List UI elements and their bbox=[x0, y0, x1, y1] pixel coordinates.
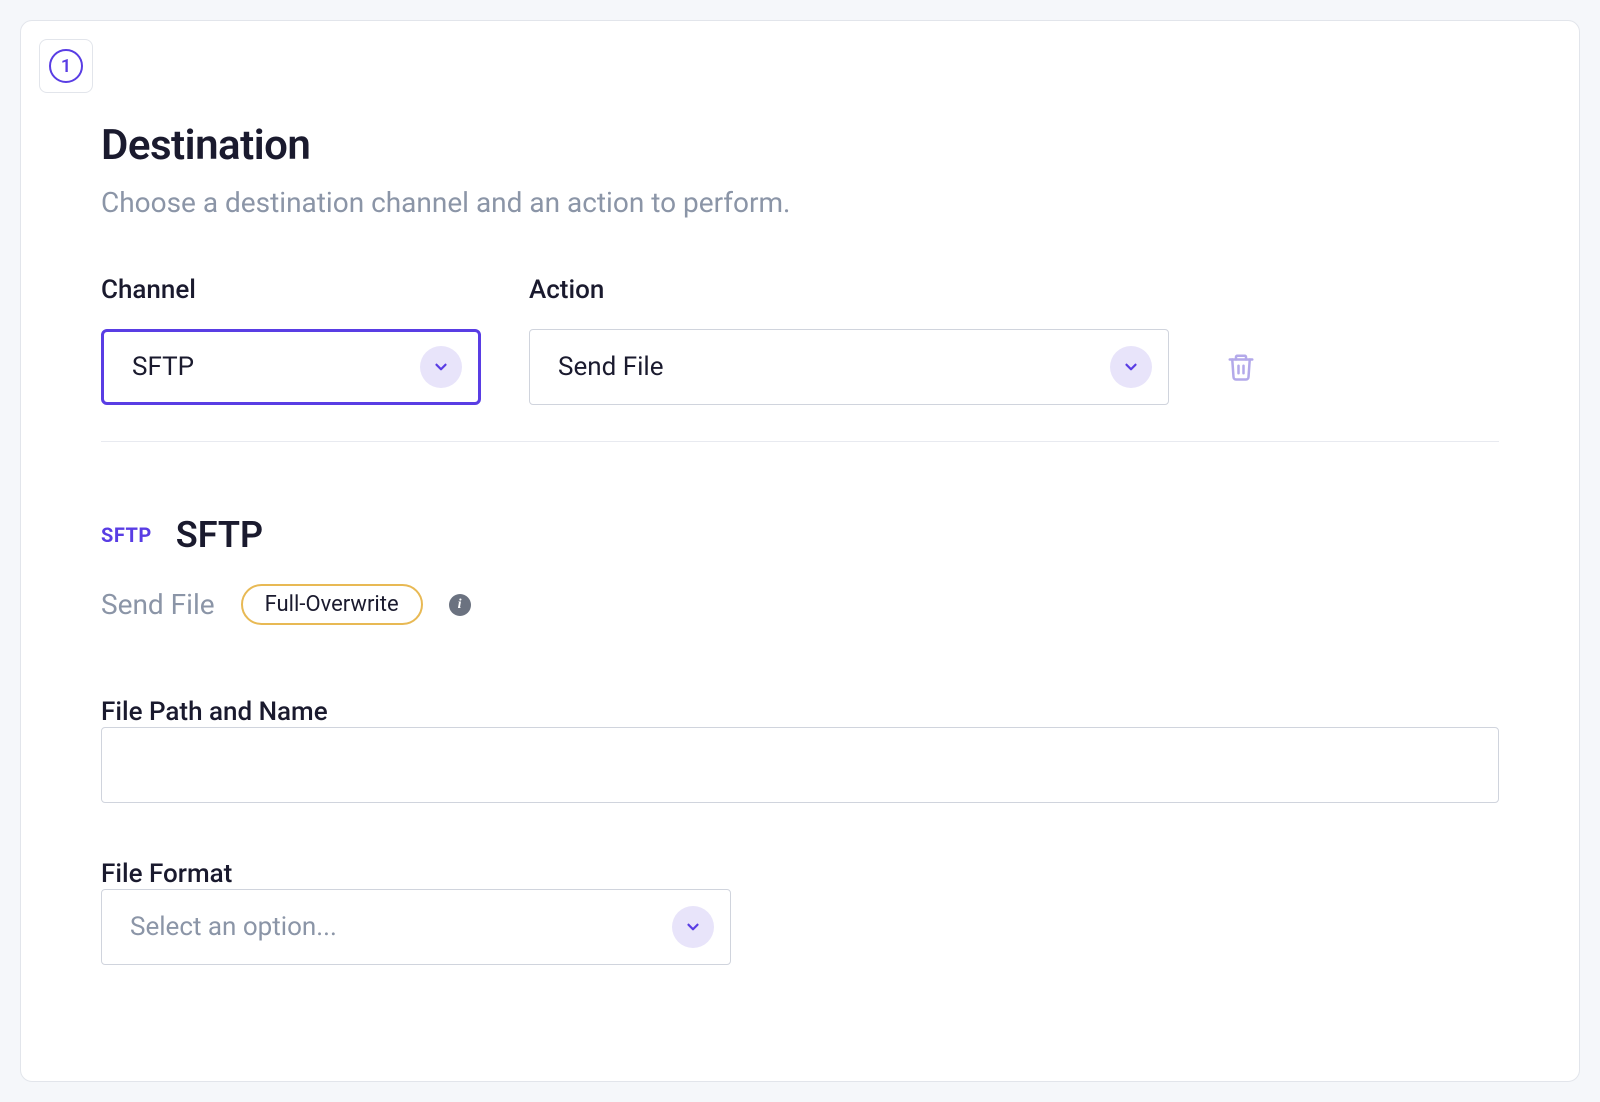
format-group: File Format Select an option... bbox=[101, 859, 1499, 965]
format-select-placeholder: Select an option... bbox=[130, 912, 337, 942]
divider bbox=[101, 441, 1499, 442]
chevron-circle bbox=[1110, 346, 1152, 388]
action-select[interactable]: Send File bbox=[529, 329, 1169, 405]
protocol-title: SFTP bbox=[176, 514, 263, 556]
action-field-group: Action Send File bbox=[529, 275, 1169, 405]
card-content: Destination Choose a destination channel… bbox=[21, 21, 1579, 1081]
chevron-down-icon bbox=[432, 358, 450, 376]
protocol-action-row: Send File Full-Overwrite i bbox=[101, 584, 1499, 625]
format-label: File Format bbox=[101, 859, 232, 889]
protocol-header: SFTP SFTP bbox=[101, 514, 1499, 556]
section-title: Destination bbox=[101, 121, 1499, 170]
mode-pill-text: Full-Overwrite bbox=[265, 592, 399, 617]
protocol-badge: SFTP bbox=[101, 523, 152, 547]
action-select-value: Send File bbox=[558, 352, 664, 382]
filepath-input[interactable] bbox=[101, 727, 1499, 803]
chevron-down-icon bbox=[684, 918, 702, 936]
step-number-circle: 1 bbox=[49, 49, 83, 83]
step-badge: 1 bbox=[39, 39, 93, 93]
chevron-circle bbox=[420, 346, 462, 388]
trash-icon bbox=[1226, 351, 1256, 383]
chevron-down-icon bbox=[1122, 358, 1140, 376]
channel-action-row: Channel SFTP Action Send File bbox=[101, 275, 1499, 405]
mode-pill: Full-Overwrite bbox=[241, 584, 423, 625]
filepath-label: File Path and Name bbox=[101, 697, 328, 727]
delete-destination-button[interactable] bbox=[1217, 343, 1265, 391]
channel-label: Channel bbox=[101, 275, 481, 305]
chevron-circle bbox=[672, 906, 714, 948]
destination-card: 1 Destination Choose a destination chann… bbox=[20, 20, 1580, 1082]
step-number: 1 bbox=[61, 56, 71, 77]
format-select[interactable]: Select an option... bbox=[101, 889, 731, 965]
filepath-group: File Path and Name bbox=[101, 697, 1499, 803]
action-label: Action bbox=[529, 275, 1169, 305]
protocol-action-label: Send File bbox=[101, 588, 215, 621]
channel-select[interactable]: SFTP bbox=[101, 329, 481, 405]
section-subtitle: Choose a destination channel and an acti… bbox=[101, 186, 1499, 219]
channel-field-group: Channel SFTP bbox=[101, 275, 481, 405]
channel-select-value: SFTP bbox=[132, 352, 194, 382]
info-icon[interactable]: i bbox=[449, 594, 471, 616]
